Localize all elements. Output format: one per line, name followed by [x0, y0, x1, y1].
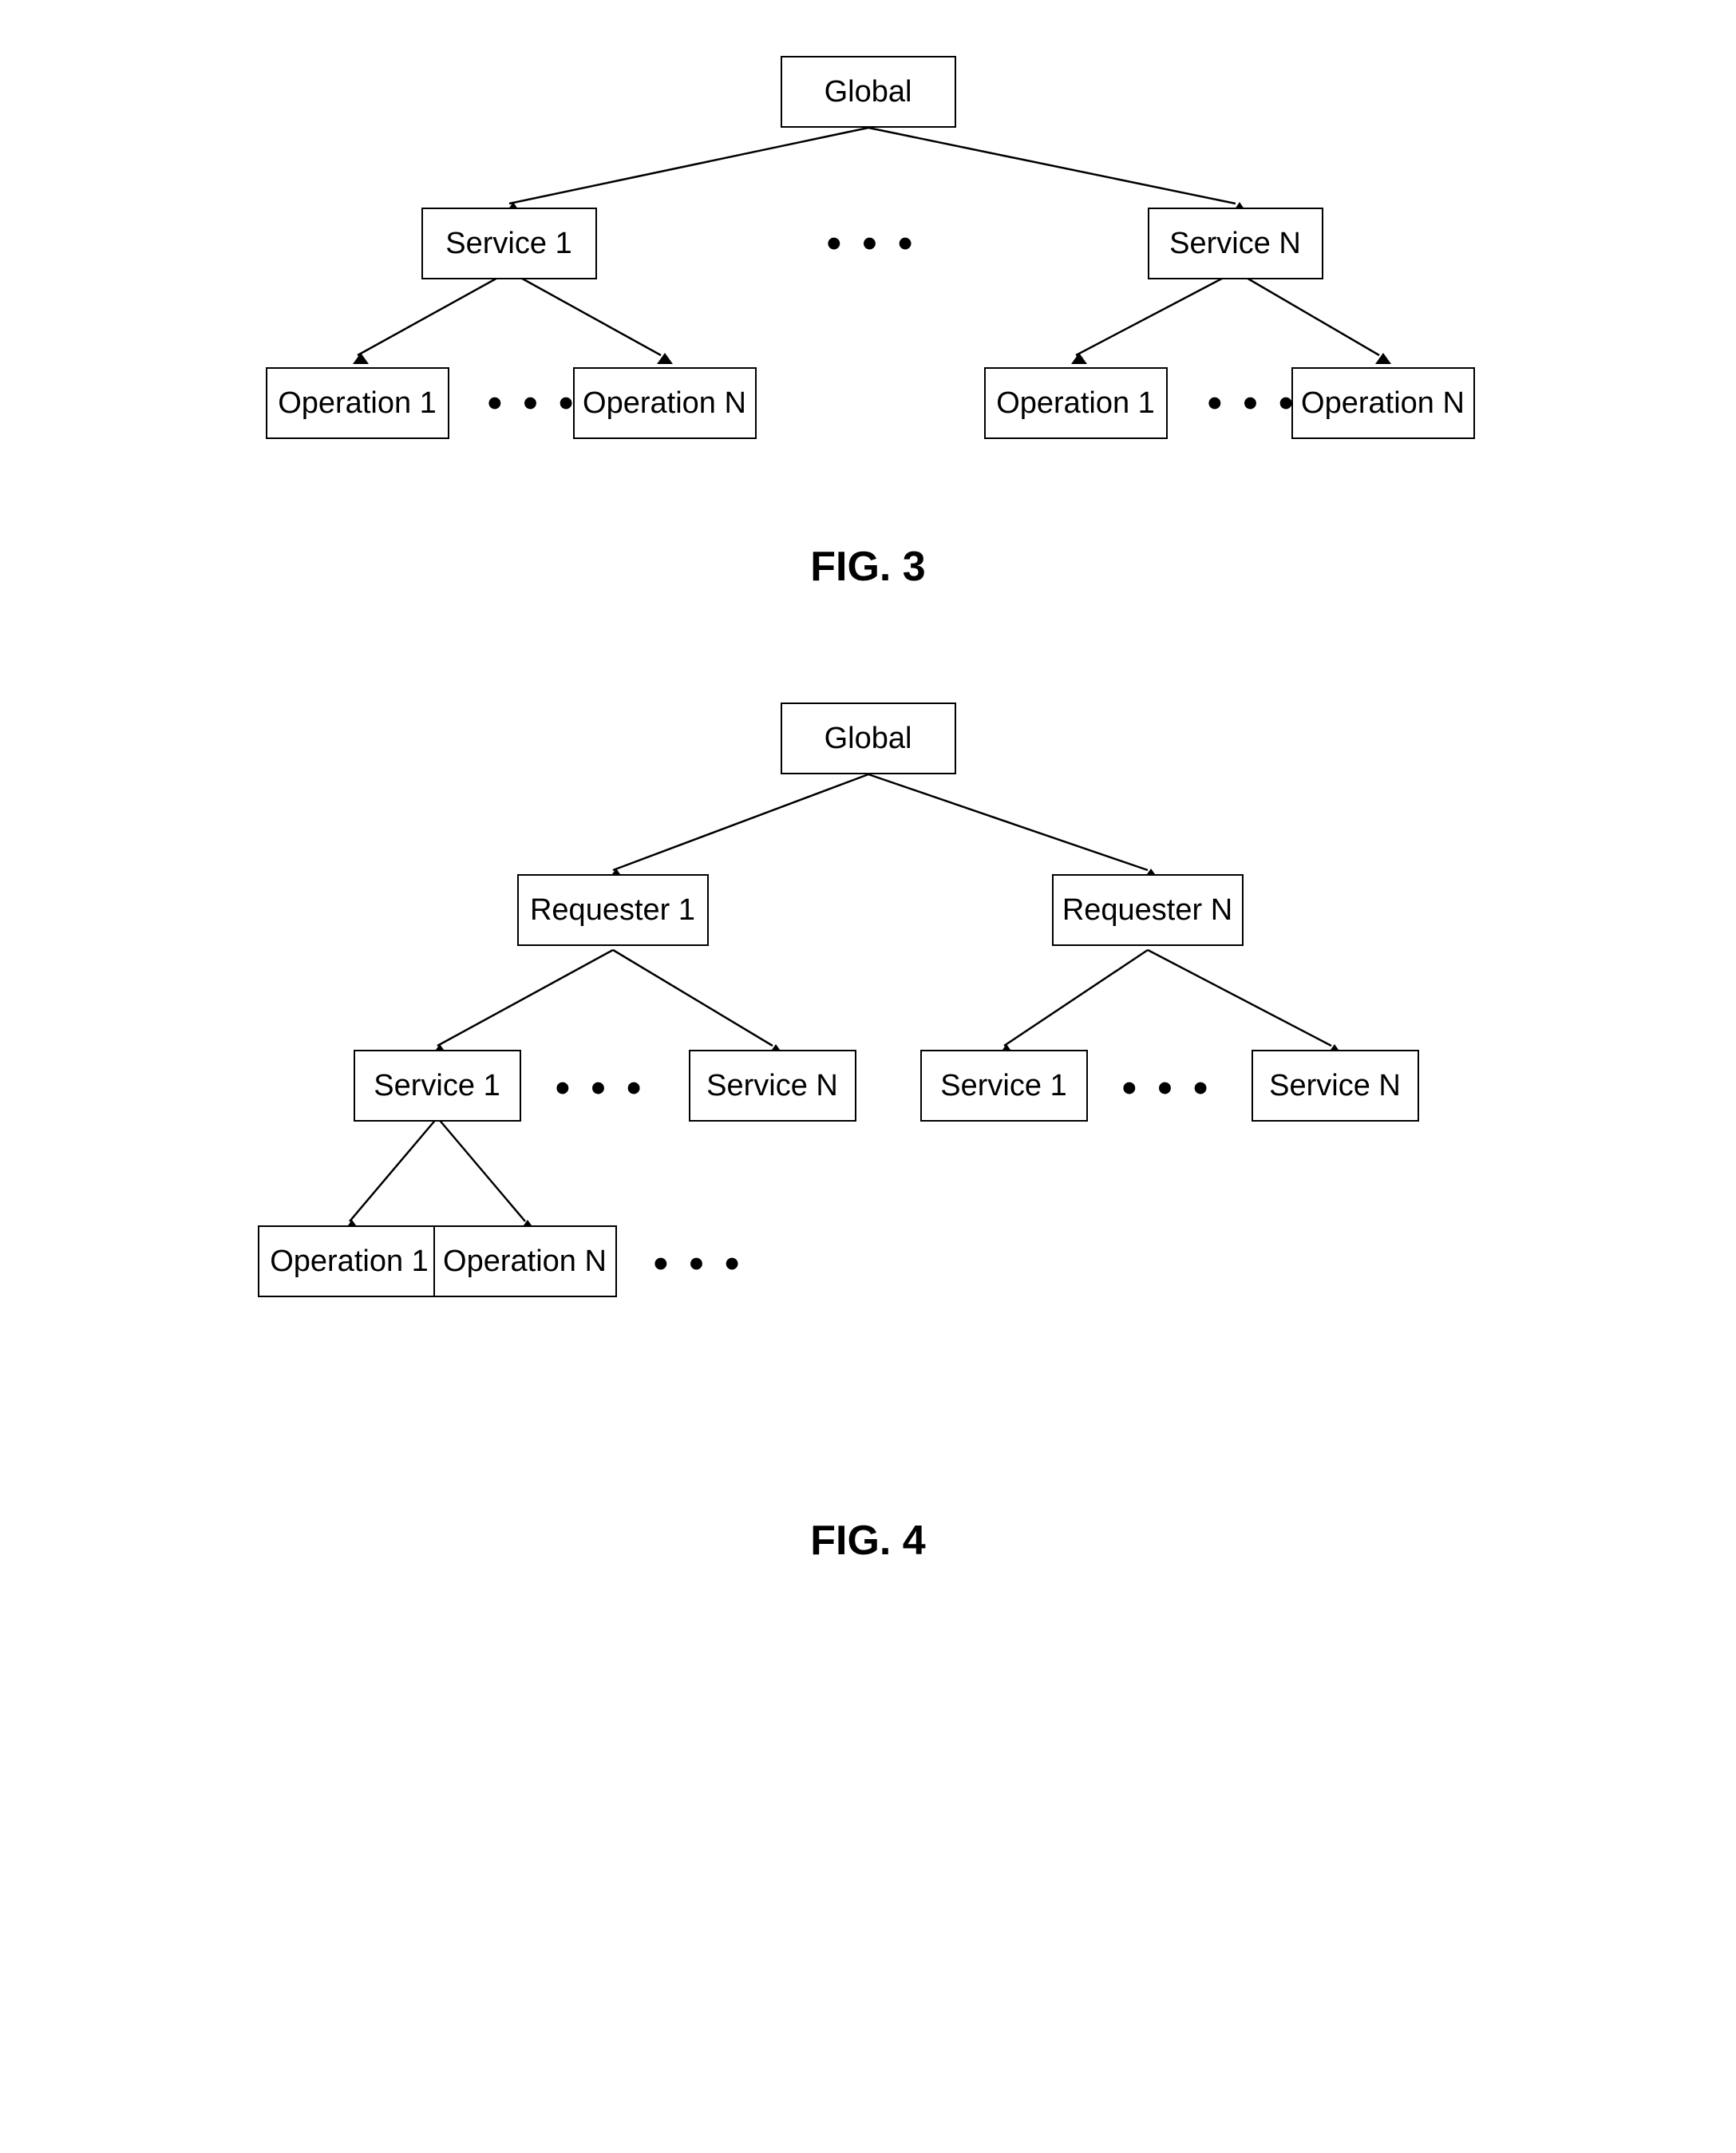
fig3-serviceN-node: Service N [1148, 208, 1323, 279]
fig3-section: Global Service 1 • • • Service N Operati… [0, 48, 1736, 639]
fig4-section: Global Requester 1 Requester N Service 1… [0, 702, 1736, 1613]
fig4-opN-node: Operation N [433, 1225, 617, 1297]
fig4-service1-left-node: Service 1 [354, 1050, 521, 1122]
fig4-service-left-dots: • • • [545, 1060, 657, 1116]
fig4-op1-node: Operation 1 [258, 1225, 441, 1297]
fig3-opN-left-node: Operation N [573, 367, 757, 439]
fig4-requesterN-node: Requester N [1052, 874, 1244, 946]
fig4-label: FIG. 4 [810, 1517, 925, 1565]
fig4-diagram: Global Requester 1 Requester N Service 1… [190, 702, 1547, 1485]
fig3-op1-left-node: Operation 1 [266, 367, 449, 439]
fig3-service1-node: Service 1 [421, 208, 597, 279]
fig3-opN-right-node: Operation N [1291, 367, 1475, 439]
fig3-service-dots: • • • [813, 216, 932, 271]
fig3-op1-right-node: Operation 1 [984, 367, 1168, 439]
fig3-op-left-dots: • • • [477, 375, 589, 431]
fig4-service1-right-node: Service 1 [920, 1050, 1088, 1122]
fig3-global-node: Global [781, 56, 956, 128]
fig4-serviceN-left-node: Service N [689, 1050, 856, 1122]
fig3-diagram: Global Service 1 • • • Service N Operati… [190, 48, 1547, 511]
fig4-op-dots: • • • [643, 1236, 755, 1292]
fig3-label: FIG. 3 [810, 543, 925, 591]
fig4-requester1-node: Requester 1 [517, 874, 709, 946]
fig4-service-right-dots: • • • [1112, 1060, 1224, 1116]
fig4-serviceN-right-node: Service N [1252, 1050, 1419, 1122]
fig4-global-node: Global [781, 702, 956, 774]
